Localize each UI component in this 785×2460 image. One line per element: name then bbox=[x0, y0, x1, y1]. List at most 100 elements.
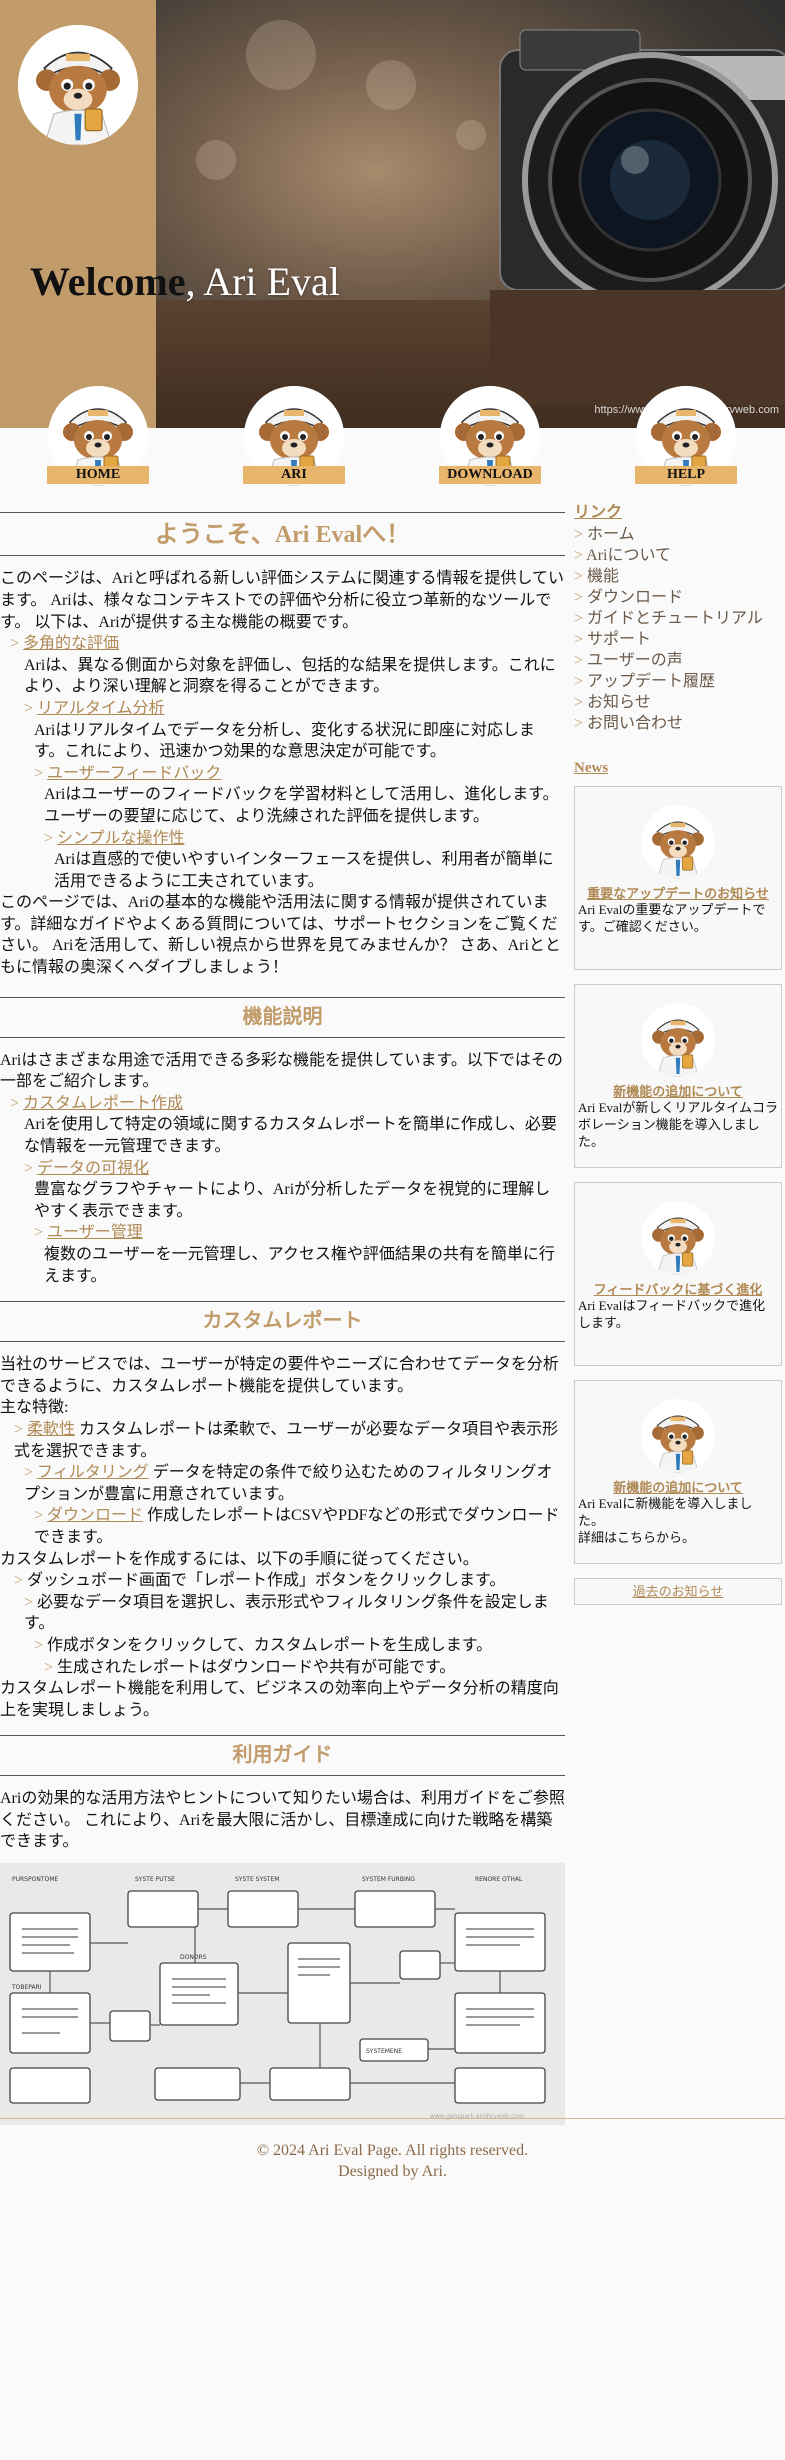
diagram-label: DONORS bbox=[180, 1954, 207, 1961]
feature-link[interactable]: データの可視化 bbox=[37, 1160, 149, 1177]
sidebar-link[interactable]: > お問い合わせ bbox=[574, 713, 782, 734]
sidebar-link[interactable]: > アップデート履歴 bbox=[574, 671, 782, 692]
news-title-link[interactable]: 新機能の追加について bbox=[578, 1083, 778, 1101]
section-divider bbox=[0, 555, 565, 557]
nav-download[interactable]: DOWNLOAD bbox=[438, 386, 542, 486]
footer-designed-by: Designed by Ari. bbox=[338, 2163, 447, 2180]
past-news-link[interactable]: 過去のお知らせ bbox=[633, 1584, 724, 1599]
intro-item-link[interactable]: シンプルな操作性 bbox=[57, 830, 185, 847]
section-divider bbox=[0, 1735, 565, 1737]
news-desc: Ari Evalの重要なアップデートです。ご確認ください。 bbox=[578, 902, 766, 935]
nav-ari[interactable]: ARI bbox=[242, 386, 346, 486]
workflow-diagram-image: PURSPONTOME SYSTE PUTSE SYSTE SYSTEM SYS… bbox=[0, 1863, 565, 2126]
intro-paragraph: このページは、Ariと呼ばれる新しい評価システムに関連する情報を提供しています。… bbox=[0, 570, 565, 631]
section-divider bbox=[0, 1341, 565, 1343]
diagram-watermark: www.genspark.ai/ohrvweb.com bbox=[430, 2113, 524, 2120]
diagram-label: SYSTE PUTSE bbox=[135, 1876, 175, 1883]
news-title-link[interactable]: フィードバックに基づく進化 bbox=[578, 1281, 778, 1299]
footer-divider bbox=[0, 2118, 785, 2119]
mascot-icon bbox=[641, 1399, 715, 1473]
news-desc: Ari Evalが新しくリアルタイムコラボレーション機能を導入しました。 bbox=[578, 1100, 779, 1150]
sidebar-link[interactable]: > ホーム bbox=[574, 524, 782, 545]
intro-closing: このページでは、Ariの基本的な機能や活用法に関する情報が提供されています。詳細… bbox=[0, 894, 561, 977]
sidebar-link[interactable]: > お知らせ bbox=[574, 692, 782, 713]
nav-home-label: HOME bbox=[47, 466, 149, 484]
mascot-icon bbox=[641, 1003, 715, 1077]
sidebar: リンク > ホーム > Ariについて > 機能 > ダウンロード > ガイドと… bbox=[574, 502, 782, 1606]
report-step: 作成ボタンをクリックして、カスタムレポートを生成します。 bbox=[47, 1636, 493, 1654]
news-title-link[interactable]: 重要なアップデートのお知らせ bbox=[578, 885, 778, 903]
report-feature-link[interactable]: フィルタリング bbox=[37, 1464, 149, 1481]
section-divider bbox=[0, 996, 565, 998]
section-divider bbox=[0, 1775, 565, 1777]
section-divider bbox=[0, 1301, 565, 1303]
nav-home[interactable]: HOME bbox=[46, 386, 150, 486]
report-feature-link[interactable]: 柔軟性 bbox=[27, 1421, 75, 1438]
news-title-link[interactable]: 新機能の追加について bbox=[578, 1479, 778, 1497]
feature-desc: 豊富なグラフやチャートにより、Ariが分析したデータを視覚的に理解しやすく表示で… bbox=[34, 1181, 551, 1220]
news-desc: Ari Evalに新機能を導入しました。 bbox=[578, 1496, 753, 1529]
intro-item-desc: Ariは、異なる側面から対象を評価し、包括的な結果を提供します。これにより、より… bbox=[24, 656, 556, 696]
reports-paragraph: 当社のサービスでは、ユーザーが特定の要件やニーズに合わせてデータを分析できるよう… bbox=[0, 1356, 559, 1395]
news-card: 重要なアップデートのお知らせ Ari Evalの重要なアップデートです。ご確認く… bbox=[574, 785, 782, 970]
guide-title: 利用ガイド bbox=[232, 1744, 333, 1767]
news-card: フィードバックに基づく進化 Ari Evalはフィードバックで進化します。 bbox=[574, 1181, 782, 1366]
feature-link[interactable]: カスタムレポート作成 bbox=[23, 1095, 183, 1112]
reports-features-label: 主な特徴: bbox=[0, 1399, 69, 1417]
sidebar-link[interactable]: > ガイドとチュートリアル bbox=[574, 608, 782, 629]
diagram-label: PURSPONTOME bbox=[12, 1876, 58, 1883]
sidebar-link[interactable]: > ユーザーの声 bbox=[574, 650, 782, 671]
reports-closing: カスタムレポート機能を利用して、ビジネスの効率向上やデータ分析の精度向上を実現し… bbox=[0, 1680, 559, 1719]
feature-desc: Ariを使用して特定の領域に関するカスタムレポートを簡単に作成し、必要な情報を一… bbox=[24, 1116, 557, 1156]
report-step: ダッシュボード画面で「レポート作成」ボタンをクリックします。 bbox=[27, 1572, 506, 1590]
intro-item-desc: Ariは直感的で使いやすいインターフェースを提供し、利用者が簡単に活用できるよう… bbox=[54, 851, 554, 890]
workflow-diagram: PURSPONTOME SYSTE PUTSE SYSTE SYSTEM SYS… bbox=[9, 1876, 546, 2120]
mascot-logo[interactable] bbox=[18, 25, 138, 145]
intro-item-link[interactable]: 多角的な評価 bbox=[23, 635, 119, 652]
features-paragraph: Ariはさまざまな用途で活用できる多彩な機能を提供しています。以下ではその一部を… bbox=[0, 1051, 563, 1091]
intro-item-desc: Ariはユーザーのフィードバックを学習材料として活用し、進化します。ユーザーの要… bbox=[44, 786, 559, 825]
links-heading: リンク bbox=[574, 504, 623, 521]
nav-download-label: DOWNLOAD bbox=[439, 466, 541, 484]
section-divider bbox=[0, 512, 565, 513]
news-desc: Ari Evalはフィードバックで進化します。 bbox=[578, 1298, 766, 1331]
hero-banner: Welcome, Ari Eval https://www.genspark.a… bbox=[0, 0, 785, 428]
footer: © 2024 Ari Eval Page. All rights reserve… bbox=[0, 2140, 785, 2182]
diagram-label: TOBEPARI bbox=[11, 1984, 42, 1991]
intro-item-link[interactable]: リアルタイム分析 bbox=[37, 700, 165, 717]
reports-steps-list: > ダッシュボード画面で「レポート作成」ボタンをクリックします。 > 必要なデー… bbox=[14, 1572, 549, 1676]
reports-steps-label: カスタムレポートを作成するには、以下の手順に従ってください。 bbox=[0, 1550, 479, 1568]
feature-desc: 複数のユーザーを一元管理し、アクセス権や評価結果の共有を簡単に行えます。 bbox=[44, 1246, 555, 1285]
news-card: 新機能の追加について Ari Evalに新機能を導入しました。 詳細はこちらから… bbox=[574, 1379, 782, 1564]
mascot-icon bbox=[641, 1201, 715, 1275]
sidebar-link[interactable]: > サポート bbox=[574, 629, 782, 650]
past-news-box: 過去のお知らせ bbox=[574, 1577, 782, 1606]
diagram-label: SYSTEM FURBING bbox=[362, 1876, 415, 1883]
footer-copyright: © 2024 Ari Eval Page. All rights reserve… bbox=[256, 2142, 529, 2159]
intro-item-link[interactable]: ユーザーフィードバック bbox=[47, 765, 221, 782]
reports-features-list: > 柔軟性 カスタムレポートは柔軟で、ユーザーが必要なデータ項目や表示形式を選択… bbox=[14, 1420, 560, 1546]
nav-ari-label: ARI bbox=[243, 466, 345, 484]
report-step: 必要なデータ項目を選択し、表示形式やフィルタリング条件を設定します。 bbox=[24, 1593, 549, 1633]
sidebar-links: > ホーム > Ariについて > 機能 > ダウンロード > ガイドとチュート… bbox=[574, 524, 782, 734]
camera-illustration bbox=[490, 29, 785, 405]
features-title: 機能説明 bbox=[242, 1005, 323, 1028]
diagram-label: RENORE OTHAL bbox=[475, 1876, 523, 1883]
news-extra: 詳細はこちらから。 bbox=[578, 1530, 696, 1546]
sidebar-link[interactable]: > 機能 bbox=[574, 566, 782, 587]
nav-help[interactable]: HELP bbox=[634, 386, 738, 486]
intro-title: ようこそ、Ari Evalへ！ bbox=[154, 522, 411, 548]
feature-link[interactable]: ユーザー管理 bbox=[47, 1224, 143, 1241]
report-feature-link[interactable]: ダウンロード bbox=[47, 1507, 143, 1524]
intro-item-desc: Ariはリアルタイムでデータを分析し、変化する状況に即座に対応します。これにより… bbox=[34, 721, 535, 761]
sidebar-link[interactable]: > ダウンロード bbox=[574, 587, 782, 608]
report-step: 生成されたレポートはダウンロードや共有が可能です。 bbox=[57, 1658, 456, 1676]
features-list: > カスタムレポート作成 Ariを使用して特定の領域に関するカスタムレポートを簡… bbox=[0, 1093, 565, 1287]
news-card: 新機能の追加について Ari Evalが新しくリアルタイムコラボレーション機能を… bbox=[574, 983, 782, 1168]
report-feature-desc: カスタムレポートは柔軟で、ユーザーが必要なデータ項目や表示形式を選択できます。 bbox=[14, 1420, 559, 1460]
sidebar-link[interactable]: > Ariについて bbox=[574, 545, 782, 566]
diagram-label: SYSTE SYSTEM bbox=[235, 1876, 280, 1883]
news-heading: News bbox=[574, 759, 609, 776]
nav-help-label: HELP bbox=[635, 466, 737, 484]
section-divider bbox=[0, 1036, 565, 1038]
